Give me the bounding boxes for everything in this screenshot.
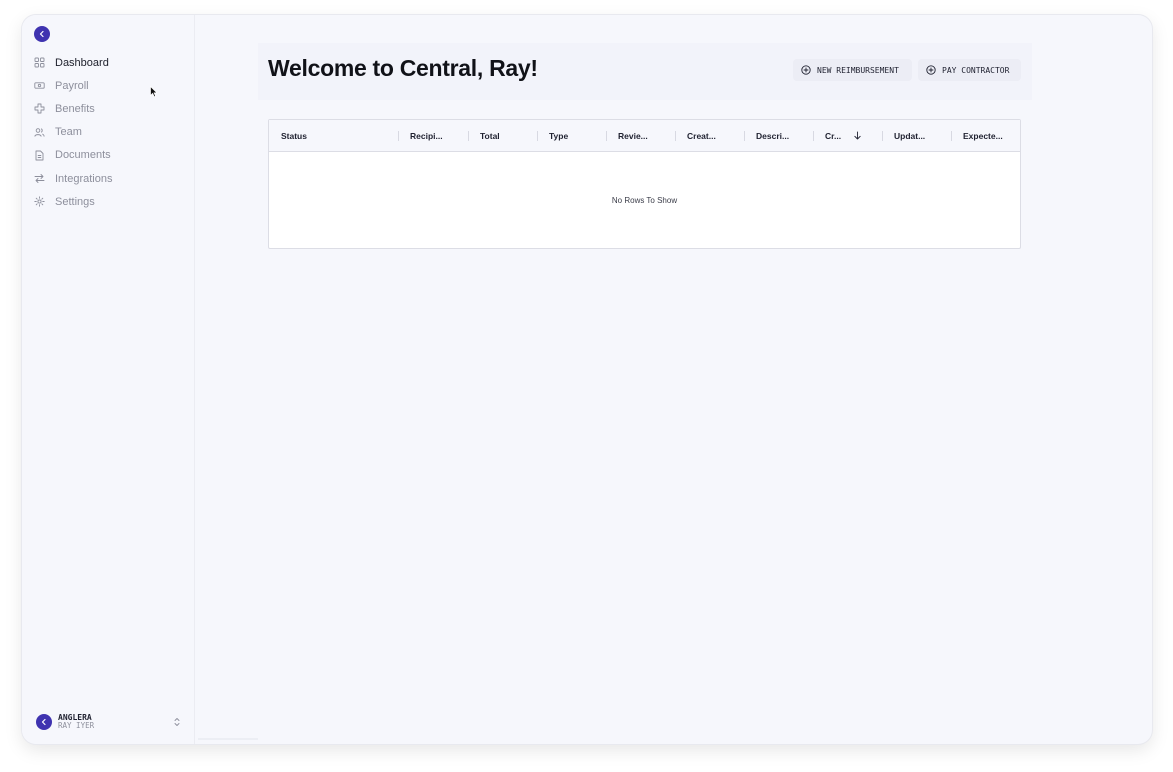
pay-contractor-button[interactable]: PAY CONTRACTOR bbox=[918, 59, 1021, 81]
sidebar-nav: Dashboard Payroll Benefits Team Document… bbox=[22, 51, 194, 213]
sidebar-item-team[interactable]: Team bbox=[22, 121, 194, 144]
chevron-left-icon bbox=[41, 718, 46, 726]
gear-icon bbox=[34, 196, 45, 207]
sidebar-item-documents[interactable]: Documents bbox=[22, 144, 194, 167]
sidebar-item-benefits[interactable]: Benefits bbox=[22, 97, 194, 120]
column-header-created[interactable]: Cr... bbox=[813, 120, 882, 151]
avatar bbox=[36, 713, 52, 730]
sidebar-item-label: Integrations bbox=[55, 172, 113, 185]
button-label: PAY CONTRACTOR bbox=[942, 65, 1010, 75]
page-title: Welcome to Central, Ray! bbox=[268, 55, 538, 81]
sidebar: Dashboard Payroll Benefits Team Document… bbox=[22, 15, 195, 744]
column-header-type[interactable]: Type bbox=[537, 120, 606, 151]
column-header-description[interactable]: Descri... bbox=[744, 120, 813, 151]
sidebar-item-payroll[interactable]: Payroll bbox=[22, 74, 194, 97]
column-header-recipient[interactable]: Recipi... bbox=[398, 120, 468, 151]
plus-circle-icon bbox=[801, 65, 811, 75]
sidebar-item-label: Team bbox=[55, 126, 82, 139]
sidebar-item-label: Documents bbox=[55, 149, 111, 162]
chevron-up-down-icon[interactable] bbox=[172, 716, 182, 728]
column-header-updated[interactable]: Updat... bbox=[882, 120, 951, 151]
empty-state: No Rows To Show bbox=[611, 195, 678, 205]
table-header: Status Recipi... Total Type Revie... Cre… bbox=[269, 120, 1020, 152]
column-header-reviewed[interactable]: Revie... bbox=[606, 120, 675, 151]
grid-icon bbox=[34, 57, 45, 68]
sidebar-item-label: Settings bbox=[55, 195, 95, 208]
arrows-swap-icon bbox=[34, 173, 45, 184]
payments-table: Status Recipi... Total Type Revie... Cre… bbox=[268, 119, 1021, 249]
sidebar-item-settings[interactable]: Settings bbox=[22, 190, 194, 213]
users-icon bbox=[34, 127, 45, 138]
button-label: NEW REIMBURSEMENT bbox=[817, 65, 899, 75]
scrollbar[interactable] bbox=[198, 738, 258, 740]
app-window: Dashboard Payroll Benefits Team Document… bbox=[22, 15, 1152, 744]
chevron-left-icon bbox=[39, 30, 44, 38]
user-name: RAY IYER bbox=[58, 721, 95, 731]
document-icon bbox=[34, 150, 45, 161]
app-logo[interactable] bbox=[34, 26, 50, 42]
column-header-expected[interactable]: Expecte... bbox=[951, 120, 1020, 151]
sidebar-item-dashboard[interactable]: Dashboard bbox=[22, 51, 194, 74]
sidebar-item-label: Dashboard bbox=[55, 56, 109, 69]
user-info: ANGLERA RAY IYER bbox=[58, 713, 94, 731]
sidebar-item-integrations[interactable]: Integrations bbox=[22, 167, 194, 190]
sidebar-item-label: Payroll bbox=[55, 79, 89, 92]
column-header-total[interactable]: Total bbox=[468, 120, 537, 151]
user-switcher[interactable]: ANGLERA RAY IYER bbox=[36, 713, 182, 731]
mouse-pointer-icon bbox=[150, 86, 158, 98]
column-header-created-by[interactable]: Creat... bbox=[675, 120, 744, 151]
new-reimbursement-button[interactable]: NEW REIMBURSEMENT bbox=[793, 59, 912, 81]
banknote-icon bbox=[34, 80, 45, 91]
column-header-status[interactable]: Status bbox=[269, 120, 398, 151]
arrow-down-icon bbox=[853, 131, 862, 140]
plus-circle-icon bbox=[926, 65, 936, 75]
sidebar-item-label: Benefits bbox=[55, 102, 95, 115]
plus-cross-icon bbox=[34, 103, 45, 114]
